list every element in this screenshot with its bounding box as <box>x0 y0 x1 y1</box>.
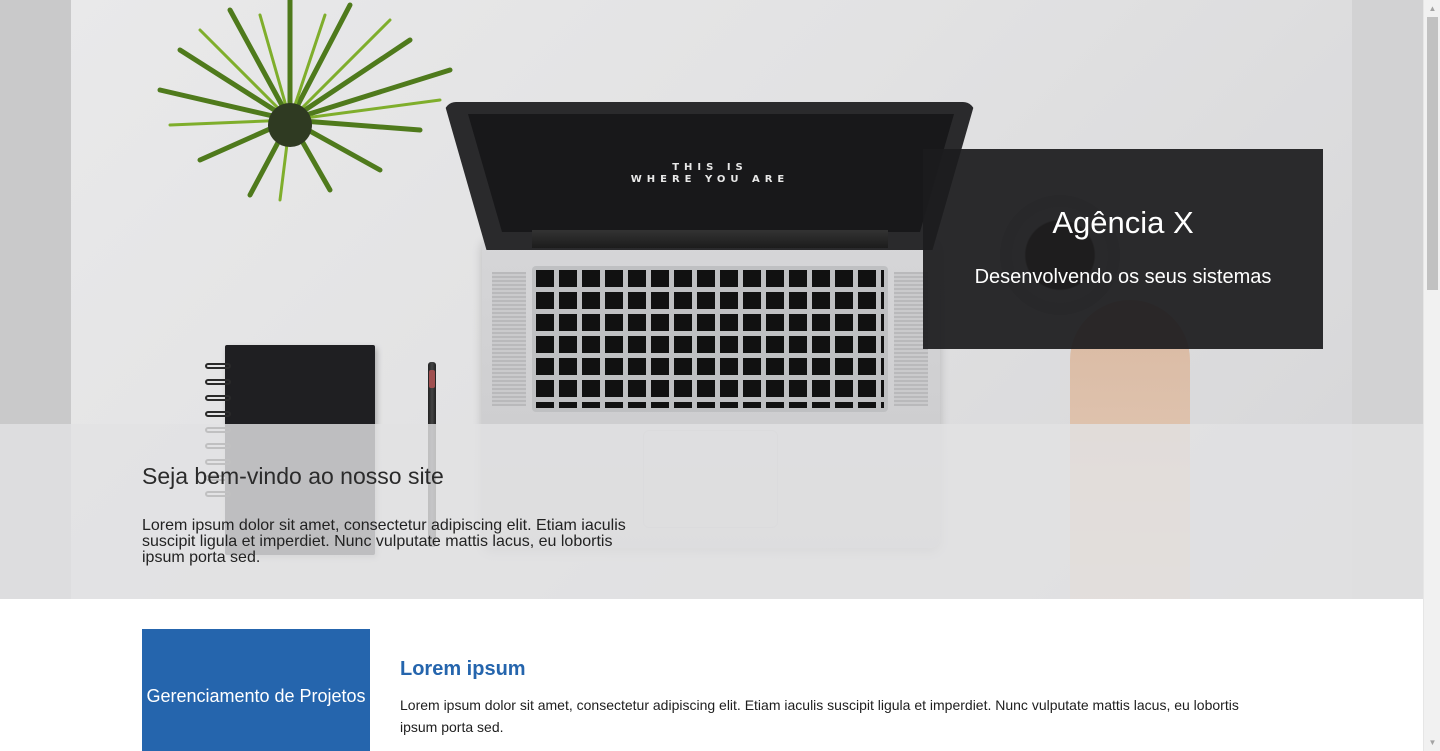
hero-subtitle: Desenvolvendo os seus sistemas <box>974 266 1272 288</box>
welcome-text: Lorem ipsum dolor sit amet, consectetur … <box>142 517 626 566</box>
feature-title: Lorem ipsum <box>400 658 526 680</box>
feature-box-label: Gerenciamento de Projetos <box>146 686 366 706</box>
laptop-hinge <box>532 230 888 248</box>
scroll-up-arrow-icon[interactable]: ▲ <box>1424 0 1440 17</box>
laptop-keys <box>536 270 884 408</box>
feature-text: Lorem ipsum dolor sit amet, consectetur … <box>400 697 1239 735</box>
welcome-overlay <box>0 424 1423 599</box>
hero-caption-box: Agência X Desenvolvendo os seus sistemas <box>923 149 1323 349</box>
scrollbar-thumb[interactable] <box>1427 17 1438 290</box>
pen-tip <box>429 370 435 388</box>
hero-title: Agência X <box>1052 205 1194 240</box>
page: THIS IS WHERE YOU ARE Agência X Desenvol… <box>0 0 1423 751</box>
vertical-scrollbar[interactable]: ▲ ▼ <box>1423 0 1440 751</box>
laptop-screen-text: THIS IS WHERE YOU ARE <box>560 162 860 186</box>
laptop-speaker-left <box>492 272 526 406</box>
screen-text-line2: WHERE YOU ARE <box>630 174 790 185</box>
welcome-title: Seja bem-vindo ao nosso site <box>142 463 444 489</box>
scroll-down-arrow-icon[interactable]: ▼ <box>1424 734 1440 751</box>
plant-image <box>157 0 453 202</box>
screen-text-line1: THIS IS <box>672 162 748 173</box>
feature-box-project-management[interactable]: Gerenciamento de Projetos <box>142 629 370 751</box>
hero-banner: THIS IS WHERE YOU ARE Agência X Desenvol… <box>0 0 1423 599</box>
